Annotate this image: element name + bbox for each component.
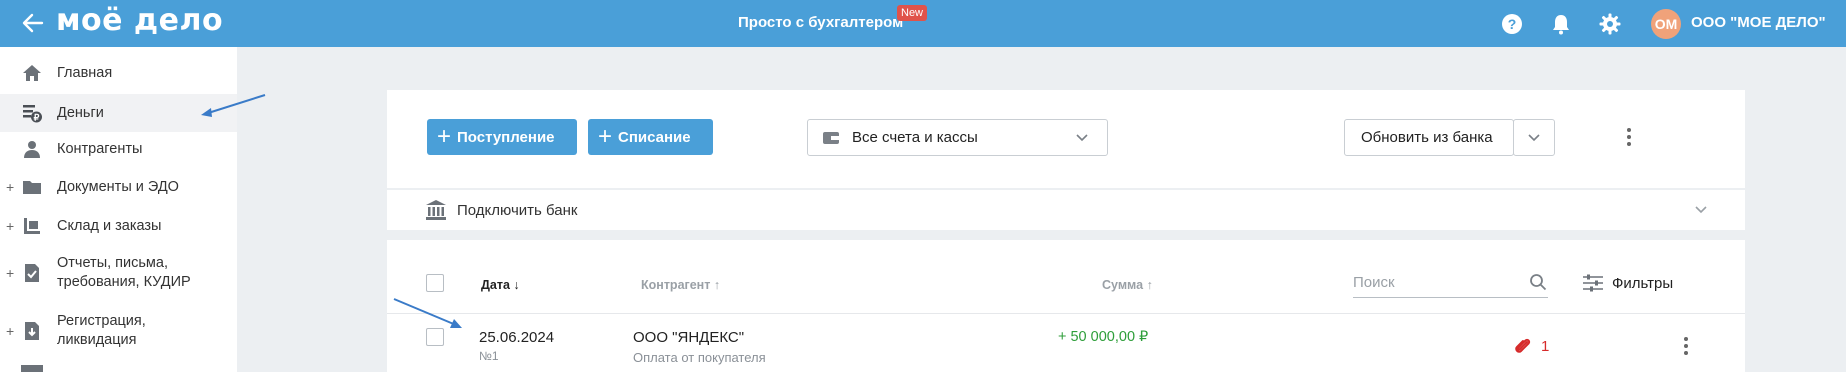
sidebar-item-registration[interactable]: + Регистрация, ликвидация (0, 308, 237, 354)
company-name[interactable]: ООО "МОЕ ДЕЛО" (1691, 14, 1826, 31)
income-button[interactable]: + Поступление (427, 119, 577, 155)
registration-icon (25, 322, 39, 340)
chevron-down-icon (1076, 134, 1088, 142)
wallet-icon (823, 132, 839, 144)
warehouse-icon (24, 218, 40, 234)
expand-plus-icon[interactable]: + (6, 323, 14, 339)
plus-icon: + (437, 123, 452, 150)
new-badge: New (897, 5, 928, 21)
sidebar-item-label: Регистрация, ликвидация (57, 313, 146, 348)
expand-plus-icon[interactable]: + (6, 265, 14, 281)
home-icon (23, 65, 41, 81)
avatar[interactable]: ОМ (1651, 9, 1681, 39)
row-checkbox[interactable] (426, 328, 444, 346)
bell-icon[interactable] (1549, 12, 1573, 36)
more-options-icon[interactable] (1624, 125, 1634, 149)
folder-icon (23, 181, 41, 194)
expense-button-label: Списание (618, 128, 691, 146)
column-header-amount[interactable]: Сумма ↑ (1102, 278, 1153, 292)
row-amount: + 50 000,00 ₽ (1058, 329, 1149, 345)
top-bar: моё дело Просто с бухгалтером New ? ОМ О… (0, 0, 1846, 47)
expand-plus-icon[interactable]: + (6, 218, 14, 234)
report-icon (25, 264, 39, 282)
refresh-bank-label: Обновить из банка (1361, 129, 1493, 146)
sidebar-item-label: Склад и заказы (57, 217, 162, 234)
row-purpose: Оплата от покупателя (633, 350, 766, 365)
svg-text:?: ? (1508, 16, 1517, 32)
row-date: 25.06.2024 (479, 329, 555, 346)
sidebar-item-home[interactable]: Главная (0, 60, 237, 86)
svg-text:₽: ₽ (34, 113, 40, 123)
expand-plus-icon[interactable]: + (6, 179, 14, 195)
back-arrow-icon[interactable] (20, 10, 46, 36)
chevron-down-icon (1528, 134, 1540, 142)
contractors-icon (24, 141, 40, 158)
table-row[interactable]: 25.06.2024 №1 ООО "ЯНДЕКС" Оплата от пок… (387, 314, 1745, 372)
row-more-options-icon[interactable] (1681, 334, 1691, 358)
accounts-select[interactable]: Все счета и кассы (807, 119, 1108, 156)
sidebar-item-label: Отчеты, письма, требования, КУДИР (57, 255, 191, 290)
promo-link[interactable]: Просто с бухгалтером (738, 14, 903, 31)
money-icon: ₽ (23, 105, 42, 123)
gear-icon[interactable] (1598, 12, 1622, 36)
chevron-down-icon[interactable] (1695, 206, 1707, 214)
select-all-checkbox[interactable] (426, 274, 444, 292)
logo[interactable]: моё дело (56, 3, 223, 38)
toolbar-panel: + Поступление + Списание Все счета и кас… (387, 90, 1745, 188)
refresh-bank-dropdown[interactable] (1513, 119, 1555, 156)
operations-table: Дата ↓ Контрагент ↑ Сумма ↑ Фильтры 25.0… (387, 240, 1745, 372)
paperclip-icon (1515, 338, 1531, 353)
row-contractor[interactable]: ООО "ЯНДЕКС" (633, 329, 744, 346)
accounts-select-value: Все счета и кассы (852, 129, 978, 146)
column-header-date[interactable]: Дата ↓ (481, 278, 520, 292)
attachments-link[interactable]: 1 (1513, 336, 1549, 356)
sidebar-item-documents[interactable]: + Документы и ЭДО (0, 174, 237, 200)
sidebar-item-money[interactable]: ₽ Деньги (0, 94, 237, 132)
row-number: №1 (479, 349, 499, 363)
sidebar: Главная ₽ Деньги Контрагенты + Документы… (0, 47, 237, 372)
help-icon[interactable]: ? (1500, 12, 1524, 36)
expense-button[interactable]: + Списание (588, 119, 713, 155)
refresh-bank-button[interactable]: Обновить из банка (1344, 119, 1514, 156)
filters-button[interactable]: Фильтры (1582, 272, 1673, 294)
plus-icon: + (598, 123, 613, 150)
sidebar-item-warehouse[interactable]: + Склад и заказы (0, 213, 237, 239)
search-input[interactable] (1353, 268, 1548, 298)
search-icon[interactable] (1529, 273, 1547, 291)
filters-icon (1583, 274, 1603, 292)
filters-label: Фильтры (1612, 274, 1674, 292)
connect-bank-label: Подключить банк (457, 202, 578, 219)
sidebar-item-contractors[interactable]: Контрагенты (0, 136, 237, 162)
bank-connect-panel[interactable]: Подключить банк (387, 190, 1745, 230)
income-button-label: Поступление (457, 128, 555, 146)
attachments-count: 1 (1541, 337, 1550, 355)
more-nav-icon (21, 365, 43, 372)
sidebar-item-reports[interactable]: + Отчеты, письма, требования, КУДИР (0, 250, 237, 296)
sidebar-item-label: Деньги (57, 104, 104, 121)
bank-icon (426, 200, 446, 220)
sidebar-item-label: Контрагенты (57, 140, 143, 157)
sidebar-item-label: Главная (57, 64, 113, 81)
column-header-contractor[interactable]: Контрагент ↑ (641, 278, 720, 292)
sidebar-item-label: Документы и ЭДО (57, 178, 179, 195)
